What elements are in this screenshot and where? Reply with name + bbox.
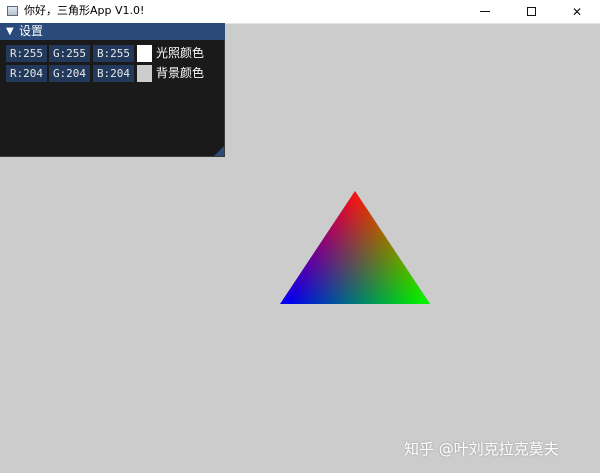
background-color-swatch[interactable] <box>137 65 152 82</box>
minimize-icon <box>480 11 490 12</box>
app-window-icon <box>7 6 18 16</box>
settings-panel[interactable]: ▼ 设置 R:255 G:255 B:255 光照颜色 R:204 G:204 … <box>0 23 225 157</box>
watermark-text: 知乎 @叶刘克拉克莫夫 <box>404 440 559 458</box>
window-title: 你好，三角形App V1.0! <box>24 4 145 17</box>
minimize-button[interactable] <box>462 0 508 23</box>
collapse-arrow-icon[interactable]: ▼ <box>6 24 14 39</box>
close-button[interactable]: ✕ <box>554 0 600 23</box>
close-icon: ✕ <box>571 4 583 19</box>
light-color-g-input[interactable]: G:255 <box>49 45 90 62</box>
light-color-label: 光照颜色 <box>156 46 205 60</box>
background-color-r-input[interactable]: R:204 <box>6 65 47 82</box>
window-title-bar[interactable]: 你好，三角形App V1.0! ✕ <box>0 0 600 24</box>
maximize-button[interactable] <box>508 0 554 23</box>
light-color-swatch[interactable] <box>137 45 152 62</box>
background-color-b-input[interactable]: B:204 <box>93 65 134 82</box>
light-color-b-input[interactable]: B:255 <box>93 45 134 62</box>
maximize-icon <box>526 7 536 16</box>
background-color-label: 背景颜色 <box>156 66 205 80</box>
light-color-r-input[interactable]: R:255 <box>6 45 47 62</box>
render-triangle <box>280 191 430 304</box>
settings-panel-title: 设置 <box>19 24 44 38</box>
background-color-g-input[interactable]: G:204 <box>49 65 90 82</box>
triangle-canvas <box>280 191 430 304</box>
panel-resize-grip[interactable] <box>214 146 224 156</box>
settings-panel-header[interactable]: ▼ 设置 <box>0 23 225 40</box>
